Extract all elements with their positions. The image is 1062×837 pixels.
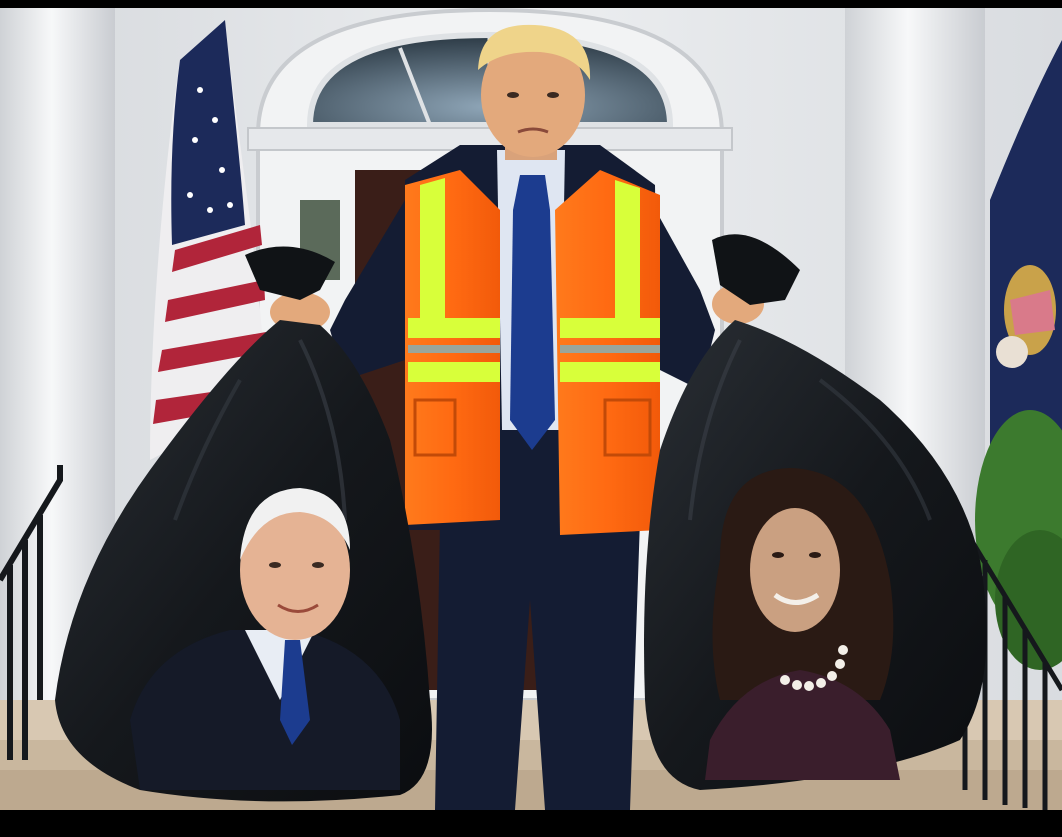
bottom-frame: [0, 810, 1062, 837]
scene-svg: [0, 0, 1062, 837]
top-frame: [0, 0, 1062, 8]
necktie: [510, 175, 555, 450]
photo-stage: [0, 0, 1062, 837]
